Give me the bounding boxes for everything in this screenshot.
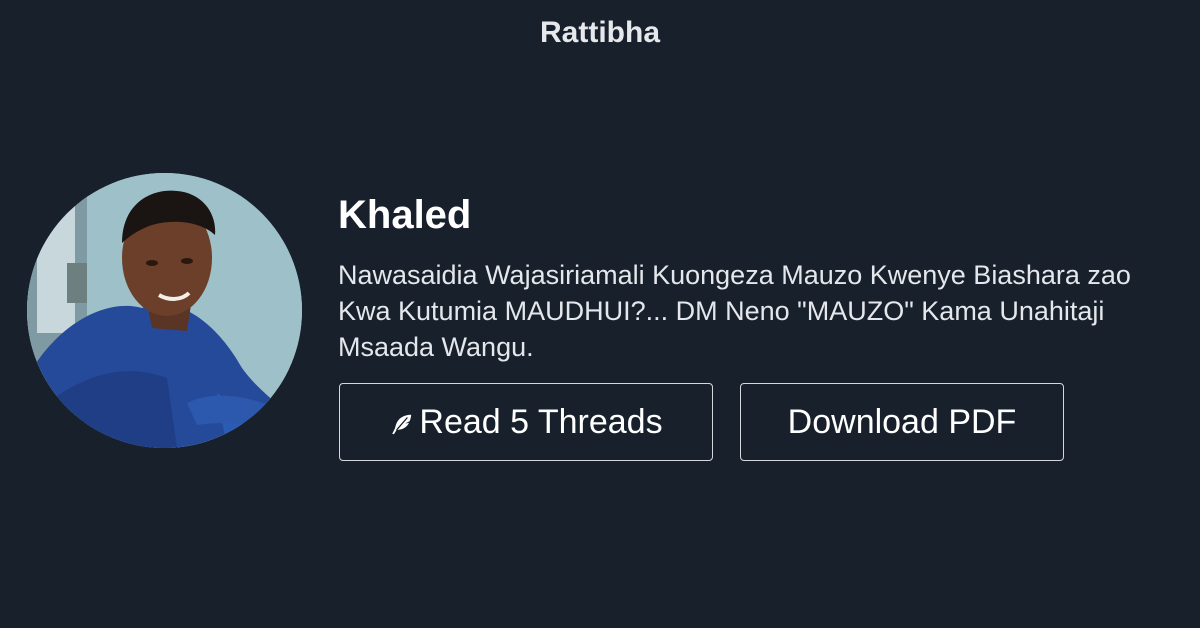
download-pdf-button[interactable]: Download PDF <box>740 383 1064 461</box>
download-pdf-label: Download PDF <box>787 402 1017 441</box>
avatar <box>27 173 302 448</box>
avatar-photo <box>27 173 302 448</box>
feather-icon <box>392 414 412 435</box>
read-threads-label: Read 5 Threads <box>419 402 663 441</box>
read-threads-button[interactable]: Read 5 Threads <box>339 383 713 461</box>
brand-title: Rattibha <box>540 16 660 49</box>
profile-name: Khaled <box>338 193 472 237</box>
profile-bio: Nawasaidia Wajasiriamali Kuongeza Mauzo … <box>338 260 1131 362</box>
